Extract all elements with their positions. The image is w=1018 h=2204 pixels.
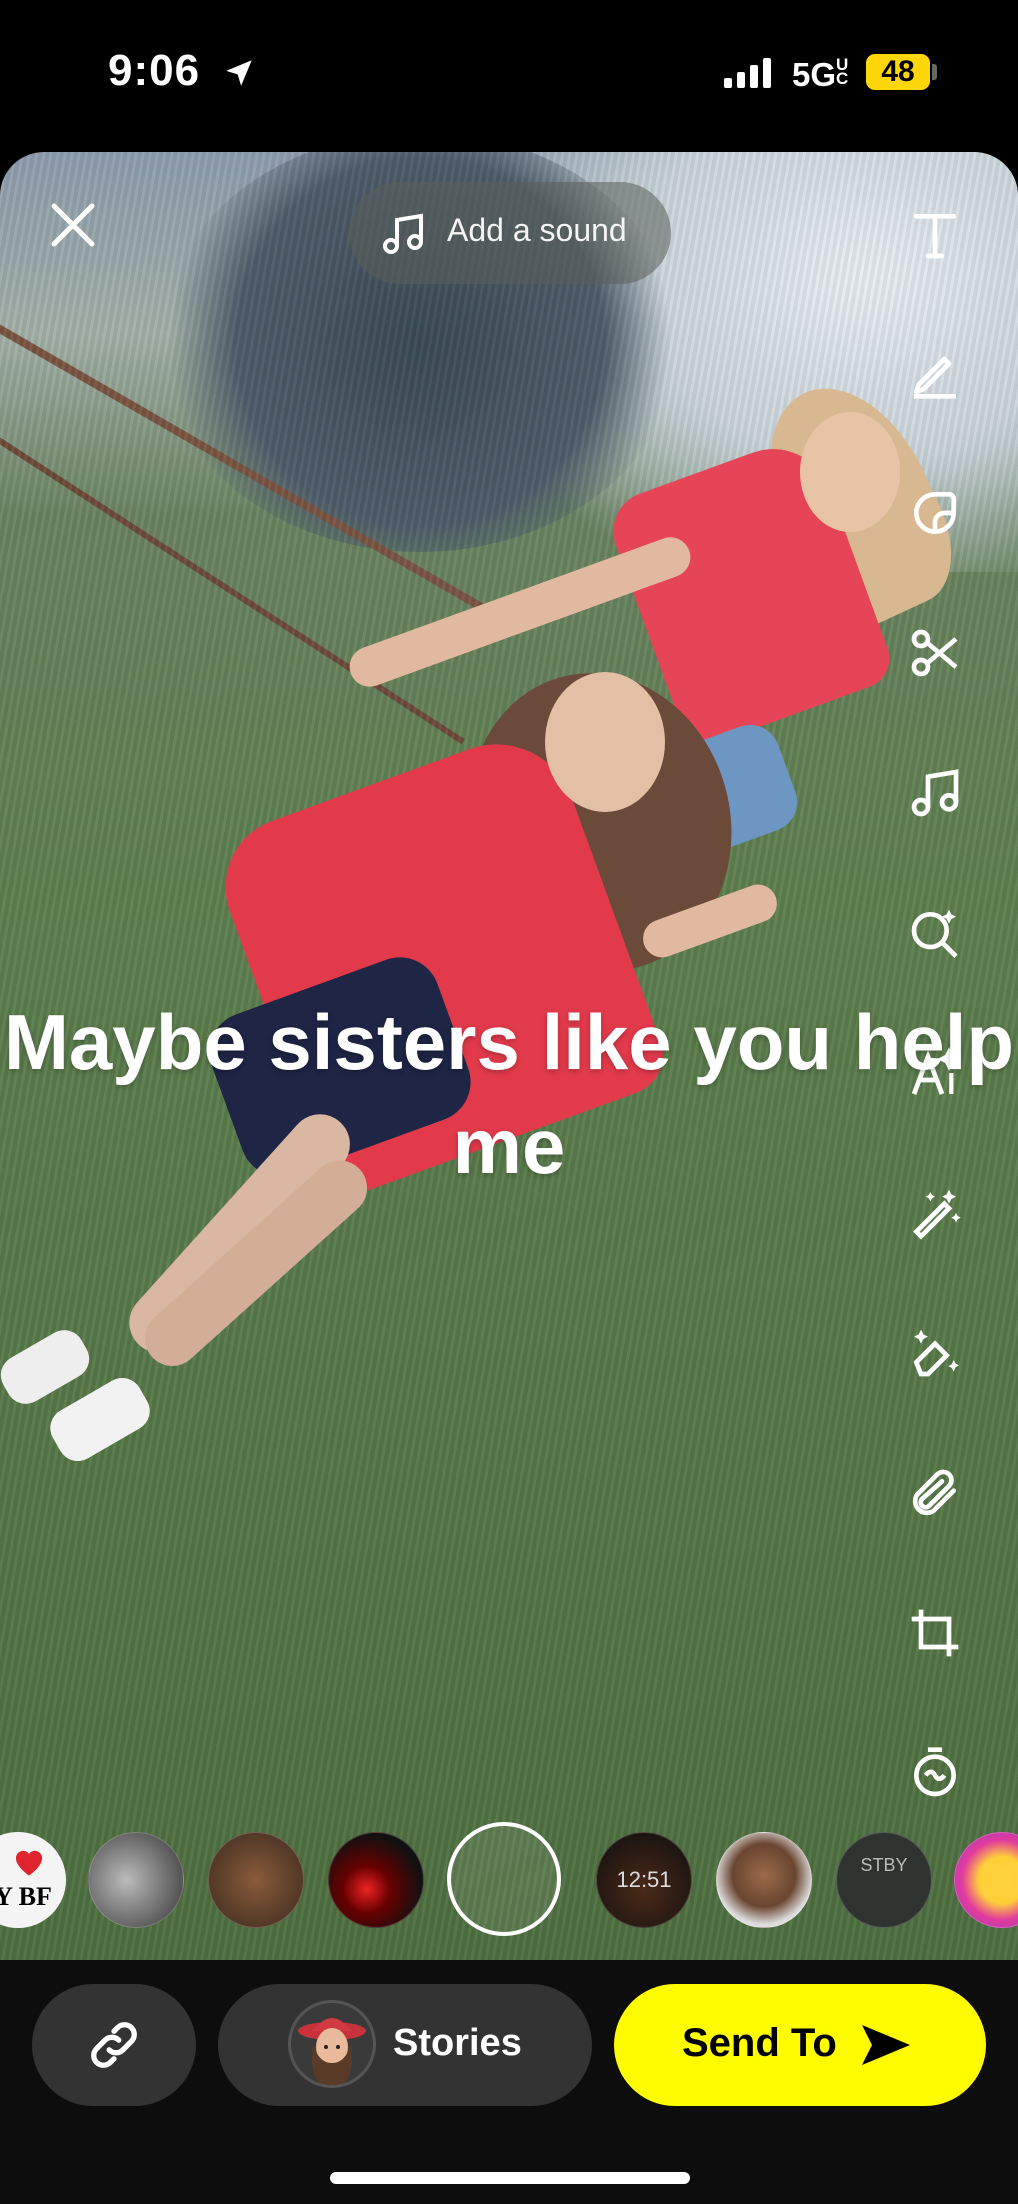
timer-icon xyxy=(914,1747,956,1797)
add-sound-label: Add a sound xyxy=(447,212,627,248)
add-sound-button[interactable]: Add a sound xyxy=(349,182,671,284)
text-icon xyxy=(914,214,956,259)
sticker-icon xyxy=(913,492,957,535)
lens-bitmoji-crying[interactable] xyxy=(716,1832,812,1928)
eraser-tool-button[interactable] xyxy=(900,1318,970,1388)
lens-my-bf[interactable]: IY BF xyxy=(0,1832,66,1928)
status-bar: 9:06 5GUC 48 xyxy=(0,0,1018,150)
snap-caption[interactable]: Maybe sisters like you help me xyxy=(0,990,1018,1198)
sticker-tool-button[interactable] xyxy=(900,478,970,548)
home-indicator xyxy=(330,2172,690,2184)
photo-girl-top-face xyxy=(800,412,900,532)
lens-clock[interactable]: 12:51 xyxy=(596,1832,692,1928)
lens-bw-face[interactable] xyxy=(88,1832,184,1928)
lens-selected[interactable] xyxy=(447,1822,561,1936)
eraser-sparkle-icon xyxy=(913,1329,960,1377)
music-tool-button[interactable] xyxy=(900,758,970,828)
timer-tool-button[interactable] xyxy=(900,1738,970,1808)
stories-label: Stories xyxy=(393,2022,522,2064)
network-type: 5GUC xyxy=(792,55,849,93)
pencil-icon xyxy=(914,356,956,399)
lens-emoji-halo[interactable] xyxy=(954,1832,1018,1928)
bitmoji-cowgirl-icon xyxy=(298,2018,366,2085)
lens-search-icon xyxy=(911,909,958,958)
scissors-icon xyxy=(911,629,958,677)
lens-lashes[interactable] xyxy=(328,1832,424,1928)
paperclip-icon xyxy=(912,1469,956,1516)
link-icon xyxy=(91,2022,137,2068)
share-link-button[interactable] xyxy=(32,1984,196,2106)
crop-tool-button[interactable] xyxy=(900,1598,970,1668)
photo-girl-bottom-face xyxy=(545,672,665,812)
close-icon[interactable] xyxy=(44,196,102,254)
send-to-button[interactable]: Send To xyxy=(614,1984,986,2106)
lens-stby[interactable]: STBY xyxy=(836,1832,932,1928)
lens-search-tool-button[interactable] xyxy=(900,898,970,968)
cellular-signal-icon xyxy=(724,58,771,88)
lens-vintage[interactable] xyxy=(208,1832,304,1928)
stories-button[interactable]: Stories xyxy=(218,1984,592,2106)
crop-icon xyxy=(911,1609,959,1657)
attach-link-tool-button[interactable] xyxy=(900,1458,970,1528)
text-tool-button[interactable] xyxy=(900,200,970,270)
heart-icon xyxy=(15,1850,43,1876)
music-note-icon xyxy=(383,213,423,254)
draw-tool-button[interactable] xyxy=(900,338,970,408)
location-arrow-icon xyxy=(226,60,252,86)
battery-indicator: 48 xyxy=(866,54,930,90)
send-to-label: Send To xyxy=(682,2021,837,2065)
scissors-tool-button[interactable] xyxy=(900,618,970,688)
avatar xyxy=(288,2000,376,2088)
battery-nub xyxy=(932,64,937,80)
send-arrow-icon xyxy=(862,2025,910,2065)
music-note-icon xyxy=(911,769,959,817)
lens-carousel: IY BF 12:51 STBY xyxy=(0,1822,1018,1936)
status-time: 9:06 xyxy=(108,46,201,95)
